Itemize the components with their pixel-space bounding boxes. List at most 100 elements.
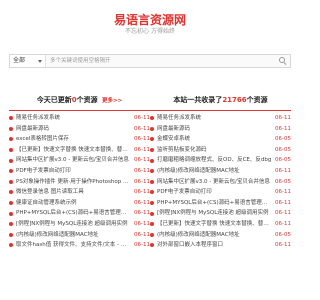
bullet-icon <box>9 137 13 142</box>
today-updates-header: 今天已更新0个资源 更多>> <box>9 92 150 108</box>
resource-link[interactable]: [例程]NX例程与 MySQL连接池 超级调用实例 <box>16 219 131 230</box>
resource-date: 06-11 <box>134 136 150 143</box>
resource-date: 06-11 <box>275 125 291 132</box>
bullet-icon <box>150 201 154 206</box>
category-select-value: 全部 <box>13 57 26 64</box>
list-item[interactable]: PHP+MYSQL后台+(CS)源码+易语言管理例子 06-11 <box>150 198 291 209</box>
resource-link[interactable]: 健康证自动管理系统示例 <box>16 198 131 209</box>
list-item[interactable]: PDF电子发票自动打印 06-11 <box>150 187 291 198</box>
resource-date: 06-11 <box>134 115 150 121</box>
today-updates-panel: 今天已更新0个资源 更多>> 随易任务派发系统 06-11 网盘最新源码 06-11 e… <box>9 92 150 251</box>
resource-link[interactable]: PDF电子发票自动打印 <box>157 187 272 198</box>
resource-link[interactable]: 网盘最新源码 <box>157 124 272 135</box>
site-logo[interactable]: 易语言资源网 <box>0 13 300 27</box>
list-item[interactable]: 随易任务派发系统 06-11 <box>150 113 291 124</box>
resource-link[interactable]: 网盘最新源码 <box>16 124 131 135</box>
list-item[interactable]: 取文件hash值 获得文件、支持文件/文本 - 长... 06-11 <box>9 240 150 251</box>
search-icon-handle <box>283 62 287 65</box>
list-item[interactable]: 网站集中区扩展v3.0 - 更新云包/宝贝合并信息 06-05 <box>150 177 291 188</box>
list-item[interactable]: 【已更新】快速文字替换 快速文本替换、替代通... 06-11 <box>150 219 291 230</box>
resource-link[interactable]: 对外部窗口嵌入本程序窗口 <box>157 240 272 251</box>
category-select[interactable]: 全部 <box>10 55 46 67</box>
resource-link[interactable]: [例程]NX例程与 MySQL连接池 超级调用实例 <box>157 208 272 219</box>
today-updates-list: 随易任务派发系统 06-11 网盘最新源码 06-11 excel表格转图片保存 06-1… <box>9 113 150 251</box>
resource-link[interactable]: 网站集中区扩展v3.0 - 更新云包/宝贝合并信息 <box>157 177 272 188</box>
list-item[interactable]: PDF电子发票自动打印 06-11 <box>9 166 150 177</box>
bullet-icon <box>150 126 154 131</box>
resource-link[interactable]: 打磨磨粗略调缩放程式、反OD、反CE、反dbg <box>157 155 272 166</box>
list-item[interactable]: 随易任务派发系统 06-11 <box>9 113 150 124</box>
resource-date: 06-11 <box>134 178 150 185</box>
resource-link[interactable]: 随易任务派发系统 <box>16 113 131 124</box>
list-item[interactable]: 金蝶安卓系统 06-05 <box>150 134 291 145</box>
resource-link[interactable]: (内核级)修改网络适配器MAC地址 <box>157 166 272 177</box>
resource-link[interactable]: 取文件hash值 获得文件、支持文件/文本 - 长... <box>16 240 131 251</box>
resource-link[interactable]: excel表格转图片保存 <box>16 134 131 145</box>
more-link[interactable]: 更多>> <box>102 98 122 104</box>
list-item[interactable]: 打磨磨粗略调缩放程式、反OD、反CE、反dbg 06-05 <box>150 155 291 166</box>
list-item[interactable]: 网盘最新源码 06-11 <box>150 124 291 135</box>
resource-link[interactable]: 监听剪贴板变化源码 <box>157 145 272 156</box>
list-item[interactable]: 健康证自动管理系统示例 06-11 <box>9 198 150 209</box>
resource-link[interactable]: 金蝶安卓系统 <box>157 134 272 145</box>
search-bar: 全部 <box>9 54 291 68</box>
bullet-icon <box>150 169 154 174</box>
resource-link[interactable]: 【已更新】快速文字替换 快速文本替换、替代通... <box>157 219 272 230</box>
total-resources-suffix: 个资源 <box>246 96 268 104</box>
resource-date: 06-05 <box>275 146 291 153</box>
bullet-icon <box>150 190 154 195</box>
resource-link[interactable]: 【已更新】快速文字替换 快速文本替换、替代通... <box>16 145 131 156</box>
bullet-icon <box>9 126 13 131</box>
list-item[interactable]: 网盘最新源码 06-11 <box>9 124 150 135</box>
search-button[interactable] <box>279 57 287 65</box>
resource-date: 06-11 <box>275 199 291 206</box>
bullet-icon <box>9 201 13 206</box>
bullet-icon <box>150 232 154 237</box>
list-item[interactable]: excel表格转图片保存 06-11 <box>9 134 150 145</box>
total-resources-count: 21766 <box>222 96 247 104</box>
list-item[interactable]: 网站集中区扩展v3.0 - 更新云包/宝贝合并信息 06-11 <box>9 155 150 166</box>
resource-link[interactable]: PHP+MYSQL后台+(CS)源码+易语言管理例子 <box>16 208 131 219</box>
list-item[interactable]: [例程]NX例程与 MySQL连接池 超级调用实例 06-11 <box>9 219 150 230</box>
resource-link[interactable]: 微信登录信息 图片读取工具 <box>16 187 131 198</box>
today-updates-suffix: 个资源 <box>76 96 98 104</box>
divider <box>150 110 291 111</box>
resource-link[interactable]: (内核级)修改网络适配器MAC地址 <box>157 230 272 241</box>
chevron-down-icon <box>38 60 42 63</box>
resource-link[interactable]: (内核级)修改网络适配器MAC地址 <box>16 230 131 241</box>
resource-date: 06-05 <box>275 136 291 143</box>
resource-date: 06-11 <box>134 231 150 238</box>
bullet-icon <box>9 169 13 174</box>
resource-link[interactable]: PHP+MYSQL后台+(CS)源码+易语言管理例子 <box>157 198 272 209</box>
today-updates-title: 今天已更新 <box>36 96 72 104</box>
search-input[interactable] <box>50 55 240 67</box>
bullet-icon <box>150 222 154 227</box>
resource-date: 06-11 <box>134 242 150 249</box>
total-resources-list: 随易任务派发系统 06-11 网盘最新源码 06-11 金蝶安卓系统 06-05 监听剪贴板… <box>150 113 291 251</box>
resource-link[interactable]: 随易任务派发系统 <box>157 113 272 124</box>
total-resources-header: 本站一共收录了21766个资源 <box>150 92 291 108</box>
resource-link[interactable]: 网站集中区扩展v3.0 - 更新云包/宝贝合并信息 <box>16 155 131 166</box>
resource-link[interactable]: PDF电子发票自动打印 <box>16 166 131 177</box>
list-item[interactable]: PHP+MYSQL后台+(CS)源码+易语言管理例子 06-11 <box>9 208 150 219</box>
bullet-icon <box>9 158 13 163</box>
site-tagline: 不忘初心 方得始终 <box>125 28 175 35</box>
resource-date: 06-05 <box>275 157 291 164</box>
resource-date: 06-11 <box>275 242 291 249</box>
list-item[interactable]: 微信登录信息 图片读取工具 06-11 <box>9 187 150 198</box>
page: 易语言资源网 不忘初心 方得始终 全部 今天已更新0个资源 更多>> 随易任务派… <box>0 0 300 300</box>
bullet-icon <box>9 179 13 184</box>
resource-date: 06-11 <box>275 210 291 217</box>
resource-date: 06-05 <box>275 231 291 238</box>
list-item[interactable]: 对外部窗口嵌入本程序窗口 06-11 <box>150 240 291 251</box>
list-item[interactable]: 【已更新】快速文字替换 快速文本替换、替代通... 06-11 <box>9 145 150 156</box>
list-item[interactable]: PS对象操作插件 更新·用于操作Photoshop ... 06-11 <box>9 177 150 188</box>
bullet-icon <box>9 222 13 227</box>
list-item[interactable]: (内核级)修改网络适配器MAC地址 06-05 <box>150 230 291 241</box>
list-item[interactable]: (内核级)修改网络适配器MAC地址 06-11 <box>150 166 291 177</box>
list-item[interactable]: 监听剪贴板变化源码 06-05 <box>150 145 291 156</box>
resource-link[interactable]: PS对象操作插件 更新·用于操作Photoshop ... <box>16 177 131 188</box>
list-item[interactable]: (内核级)修改网络适配器MAC地址 06-11 <box>9 230 150 241</box>
resource-date: 06-11 <box>275 115 291 121</box>
list-item[interactable]: [例程]NX例程与 MySQL连接池 超级调用实例 06-11 <box>150 208 291 219</box>
